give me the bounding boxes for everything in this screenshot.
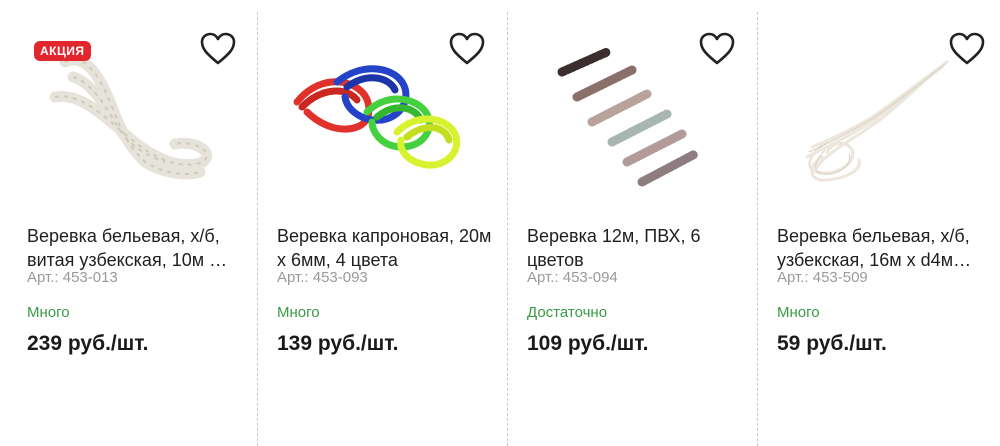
product-price: 139 руб./шт.: [277, 332, 399, 355]
product-grid: АКЦИЯ Веревка бельевая, х/б, витая узбек…: [0, 0, 1000, 446]
stock-status: Много: [277, 304, 320, 321]
product-title[interactable]: Веревка бельевая, х/б, витая узбекская, …: [27, 224, 242, 272]
product-card[interactable]: Веревка капроновая, 20м х 6мм, 4 цвета А…: [252, 0, 502, 446]
stock-status: Достаточно: [527, 304, 608, 321]
product-article: Арт.: 453-013: [27, 269, 118, 286]
product-article: Арт.: 453-094: [527, 269, 618, 286]
stock-status: Много: [27, 304, 70, 321]
product-price: 239 руб./шт.: [27, 332, 149, 355]
favorite-heart-icon[interactable]: [698, 31, 736, 67]
product-price: 109 руб./шт.: [527, 332, 649, 355]
product-price: 59 руб./шт.: [777, 332, 887, 355]
product-title[interactable]: Веревка капроновая, 20м х 6мм, 4 цвета: [277, 224, 492, 272]
stock-status: Много: [777, 304, 820, 321]
product-card[interactable]: АКЦИЯ Веревка бельевая, х/б, витая узбек…: [0, 0, 250, 446]
product-article: Арт.: 453-509: [777, 269, 868, 286]
product-article: Арт.: 453-093: [277, 269, 368, 286]
product-card[interactable]: Веревка 12м, ПВХ, 6 цветов Арт.: 453-094…: [502, 0, 752, 446]
favorite-heart-icon[interactable]: [948, 31, 986, 67]
sale-badge: АКЦИЯ: [34, 41, 91, 61]
favorite-heart-icon[interactable]: [448, 31, 486, 67]
product-title[interactable]: Веревка 12м, ПВХ, 6 цветов: [527, 224, 742, 272]
favorite-heart-icon[interactable]: [199, 31, 237, 67]
product-card[interactable]: Веревка бельевая, х/б, узбекская, 16м х …: [752, 0, 1000, 446]
product-title[interactable]: Веревка бельевая, х/б, узбекская, 16м х …: [777, 224, 992, 272]
